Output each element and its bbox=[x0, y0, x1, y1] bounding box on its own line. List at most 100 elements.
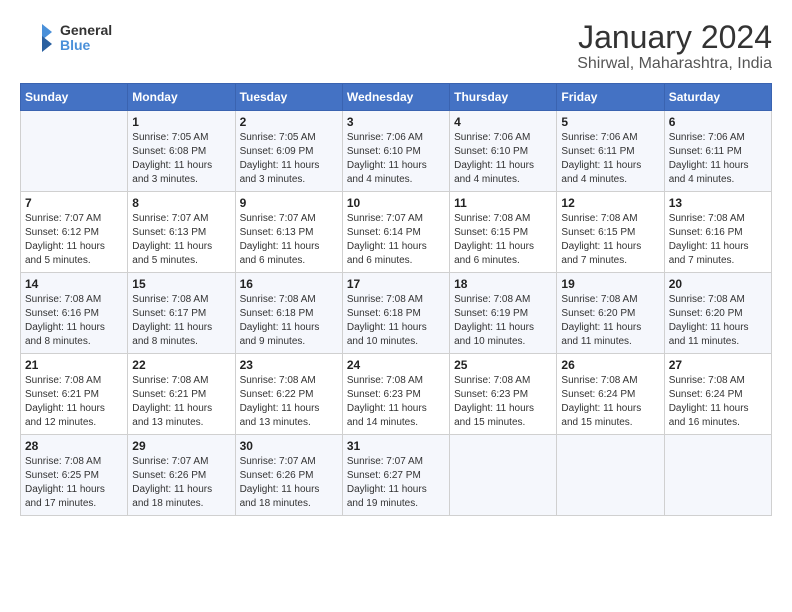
day-cell: 7Sunrise: 7:07 AMSunset: 6:12 PMDaylight… bbox=[21, 192, 128, 273]
day-number: 9 bbox=[240, 196, 338, 210]
day-info: Sunrise: 7:05 AMSunset: 6:08 PMDaylight:… bbox=[132, 131, 230, 187]
day-cell bbox=[664, 435, 771, 516]
day-cell: 3Sunrise: 7:06 AMSunset: 6:10 PMDaylight… bbox=[342, 111, 449, 192]
day-info: Sunrise: 7:07 AMSunset: 6:12 PMDaylight:… bbox=[25, 212, 123, 268]
day-info: Sunrise: 7:08 AMSunset: 6:20 PMDaylight:… bbox=[561, 293, 659, 349]
logo: General Blue bbox=[20, 20, 112, 56]
day-info: Sunrise: 7:08 AMSunset: 6:19 PMDaylight:… bbox=[454, 293, 552, 349]
day-info: Sunrise: 7:08 AMSunset: 6:24 PMDaylight:… bbox=[561, 374, 659, 430]
day-number: 8 bbox=[132, 196, 230, 210]
day-info: Sunrise: 7:07 AMSunset: 6:13 PMDaylight:… bbox=[132, 212, 230, 268]
day-number: 11 bbox=[454, 196, 552, 210]
day-number: 22 bbox=[132, 358, 230, 372]
day-info: Sunrise: 7:08 AMSunset: 6:18 PMDaylight:… bbox=[347, 293, 445, 349]
day-number: 12 bbox=[561, 196, 659, 210]
day-info: Sunrise: 7:08 AMSunset: 6:15 PMDaylight:… bbox=[454, 212, 552, 268]
page-title: January 2024 bbox=[577, 20, 772, 55]
day-cell: 29 Sunrise: 7:07 AMSunset: 6:26 PMDayligh… bbox=[128, 435, 235, 516]
day-cell: 16Sunrise: 7:08 AMSunset: 6:18 PMDayligh… bbox=[235, 273, 342, 354]
col-header-thursday: Thursday bbox=[450, 84, 557, 111]
day-info: Sunrise: 7:07 AMSunset: 6:27 PMDaylight:… bbox=[347, 455, 445, 511]
day-cell: 22 Sunrise: 7:08 AMSunset: 6:21 PMDayligh… bbox=[128, 354, 235, 435]
day-number: 5 bbox=[561, 115, 659, 129]
day-info: Sunrise: 7:08 AMSunset: 6:18 PMDaylight:… bbox=[240, 293, 338, 349]
day-info: Sunrise: 7:07 AMSunset: 6:13 PMDaylight:… bbox=[240, 212, 338, 268]
day-number: 30 bbox=[240, 439, 338, 453]
col-header-friday: Friday bbox=[557, 84, 664, 111]
day-number: 13 bbox=[669, 196, 767, 210]
week-row-4: 21 Sunrise: 7:08 AMSunset: 6:21 PMDayligh… bbox=[21, 354, 772, 435]
col-header-wednesday: Wednesday bbox=[342, 84, 449, 111]
col-header-saturday: Saturday bbox=[664, 84, 771, 111]
logo-graphic bbox=[20, 20, 56, 56]
day-cell: 31Sunrise: 7:07 AMSunset: 6:27 PMDayligh… bbox=[342, 435, 449, 516]
title-block: January 2024 Shirwal, Maharashtra, India bbox=[577, 20, 772, 73]
day-number: 27 bbox=[669, 358, 767, 372]
page-header: General Blue January 2024 Shirwal, Mahar… bbox=[20, 20, 772, 73]
day-cell: 6Sunrise: 7:06 AMSunset: 6:11 PMDaylight… bbox=[664, 111, 771, 192]
week-row-5: 28 Sunrise: 7:08 AMSunset: 6:25 PMDayligh… bbox=[21, 435, 772, 516]
day-cell: 21 Sunrise: 7:08 AMSunset: 6:21 PMDayligh… bbox=[21, 354, 128, 435]
week-row-1: 1Sunrise: 7:05 AMSunset: 6:08 PMDaylight… bbox=[21, 111, 772, 192]
day-number: 10 bbox=[347, 196, 445, 210]
day-info: Sunrise: 7:08 AMSunset: 6:16 PMDaylight:… bbox=[669, 212, 767, 268]
logo-line2: Blue bbox=[60, 38, 112, 53]
day-info: Sunrise: 7:07 AMSunset: 6:26 PMDaylight:… bbox=[240, 455, 338, 511]
day-info: Sunrise: 7:08 AMSunset: 6:25 PMDaylight:… bbox=[25, 455, 123, 511]
day-info: Sunrise: 7:08 AMSunset: 6:20 PMDaylight:… bbox=[669, 293, 767, 349]
day-info: Sunrise: 7:05 AMSunset: 6:09 PMDaylight:… bbox=[240, 131, 338, 187]
day-cell: 13 Sunrise: 7:08 AMSunset: 6:16 PMDayligh… bbox=[664, 192, 771, 273]
col-header-sunday: Sunday bbox=[21, 84, 128, 111]
day-info: Sunrise: 7:08 AMSunset: 6:23 PMDaylight:… bbox=[347, 374, 445, 430]
day-cell: 10 Sunrise: 7:07 AMSunset: 6:14 PMDayligh… bbox=[342, 192, 449, 273]
day-info: Sunrise: 7:08 AMSunset: 6:24 PMDaylight:… bbox=[669, 374, 767, 430]
day-cell: 15 Sunrise: 7:08 AMSunset: 6:17 PMDayligh… bbox=[128, 273, 235, 354]
day-cell: 24 Sunrise: 7:08 AMSunset: 6:23 PMDayligh… bbox=[342, 354, 449, 435]
day-number: 23 bbox=[240, 358, 338, 372]
day-info: Sunrise: 7:07 AMSunset: 6:14 PMDaylight:… bbox=[347, 212, 445, 268]
day-cell: 11 Sunrise: 7:08 AMSunset: 6:15 PMDayligh… bbox=[450, 192, 557, 273]
day-info: Sunrise: 7:08 AMSunset: 6:22 PMDaylight:… bbox=[240, 374, 338, 430]
day-cell: 20 Sunrise: 7:08 AMSunset: 6:20 PMDayligh… bbox=[664, 273, 771, 354]
day-cell: 28 Sunrise: 7:08 AMSunset: 6:25 PMDayligh… bbox=[21, 435, 128, 516]
day-info: Sunrise: 7:08 AMSunset: 6:17 PMDaylight:… bbox=[132, 293, 230, 349]
day-number: 6 bbox=[669, 115, 767, 129]
day-number: 28 bbox=[25, 439, 123, 453]
day-number: 18 bbox=[454, 277, 552, 291]
day-cell: 19 Sunrise: 7:08 AMSunset: 6:20 PMDayligh… bbox=[557, 273, 664, 354]
day-info: Sunrise: 7:08 AMSunset: 6:23 PMDaylight:… bbox=[454, 374, 552, 430]
day-cell bbox=[21, 111, 128, 192]
day-number: 19 bbox=[561, 277, 659, 291]
day-number: 24 bbox=[347, 358, 445, 372]
day-info: Sunrise: 7:07 AMSunset: 6:26 PMDaylight:… bbox=[132, 455, 230, 511]
day-cell bbox=[450, 435, 557, 516]
col-header-monday: Monday bbox=[128, 84, 235, 111]
col-header-tuesday: Tuesday bbox=[235, 84, 342, 111]
logo-line1: General bbox=[60, 23, 112, 38]
logo-container: General Blue bbox=[20, 20, 112, 56]
day-number: 29 bbox=[132, 439, 230, 453]
day-number: 2 bbox=[240, 115, 338, 129]
day-number: 21 bbox=[25, 358, 123, 372]
day-cell: 27 Sunrise: 7:08 AMSunset: 6:24 PMDayligh… bbox=[664, 354, 771, 435]
day-number: 15 bbox=[132, 277, 230, 291]
day-number: 26 bbox=[561, 358, 659, 372]
day-cell: 17Sunrise: 7:08 AMSunset: 6:18 PMDayligh… bbox=[342, 273, 449, 354]
day-info: Sunrise: 7:08 AMSunset: 6:21 PMDaylight:… bbox=[25, 374, 123, 430]
day-number: 20 bbox=[669, 277, 767, 291]
day-cell: 9 Sunrise: 7:07 AMSunset: 6:13 PMDaylight… bbox=[235, 192, 342, 273]
day-cell: 23 Sunrise: 7:08 AMSunset: 6:22 PMDayligh… bbox=[235, 354, 342, 435]
day-number: 25 bbox=[454, 358, 552, 372]
day-info: Sunrise: 7:06 AMSunset: 6:10 PMDaylight:… bbox=[454, 131, 552, 187]
day-number: 4 bbox=[454, 115, 552, 129]
day-cell: 25 Sunrise: 7:08 AMSunset: 6:23 PMDayligh… bbox=[450, 354, 557, 435]
day-cell bbox=[557, 435, 664, 516]
week-row-3: 14Sunrise: 7:08 AMSunset: 6:16 PMDayligh… bbox=[21, 273, 772, 354]
day-cell: 12 Sunrise: 7:08 AMSunset: 6:15 PMDayligh… bbox=[557, 192, 664, 273]
page-subtitle: Shirwal, Maharashtra, India bbox=[577, 55, 772, 73]
day-info: Sunrise: 7:06 AMSunset: 6:11 PMDaylight:… bbox=[561, 131, 659, 187]
day-info: Sunrise: 7:08 AMSunset: 6:15 PMDaylight:… bbox=[561, 212, 659, 268]
calendar-table: SundayMondayTuesdayWednesdayThursdayFrid… bbox=[20, 83, 772, 516]
day-cell: 14Sunrise: 7:08 AMSunset: 6:16 PMDayligh… bbox=[21, 273, 128, 354]
day-info: Sunrise: 7:08 AMSunset: 6:21 PMDaylight:… bbox=[132, 374, 230, 430]
